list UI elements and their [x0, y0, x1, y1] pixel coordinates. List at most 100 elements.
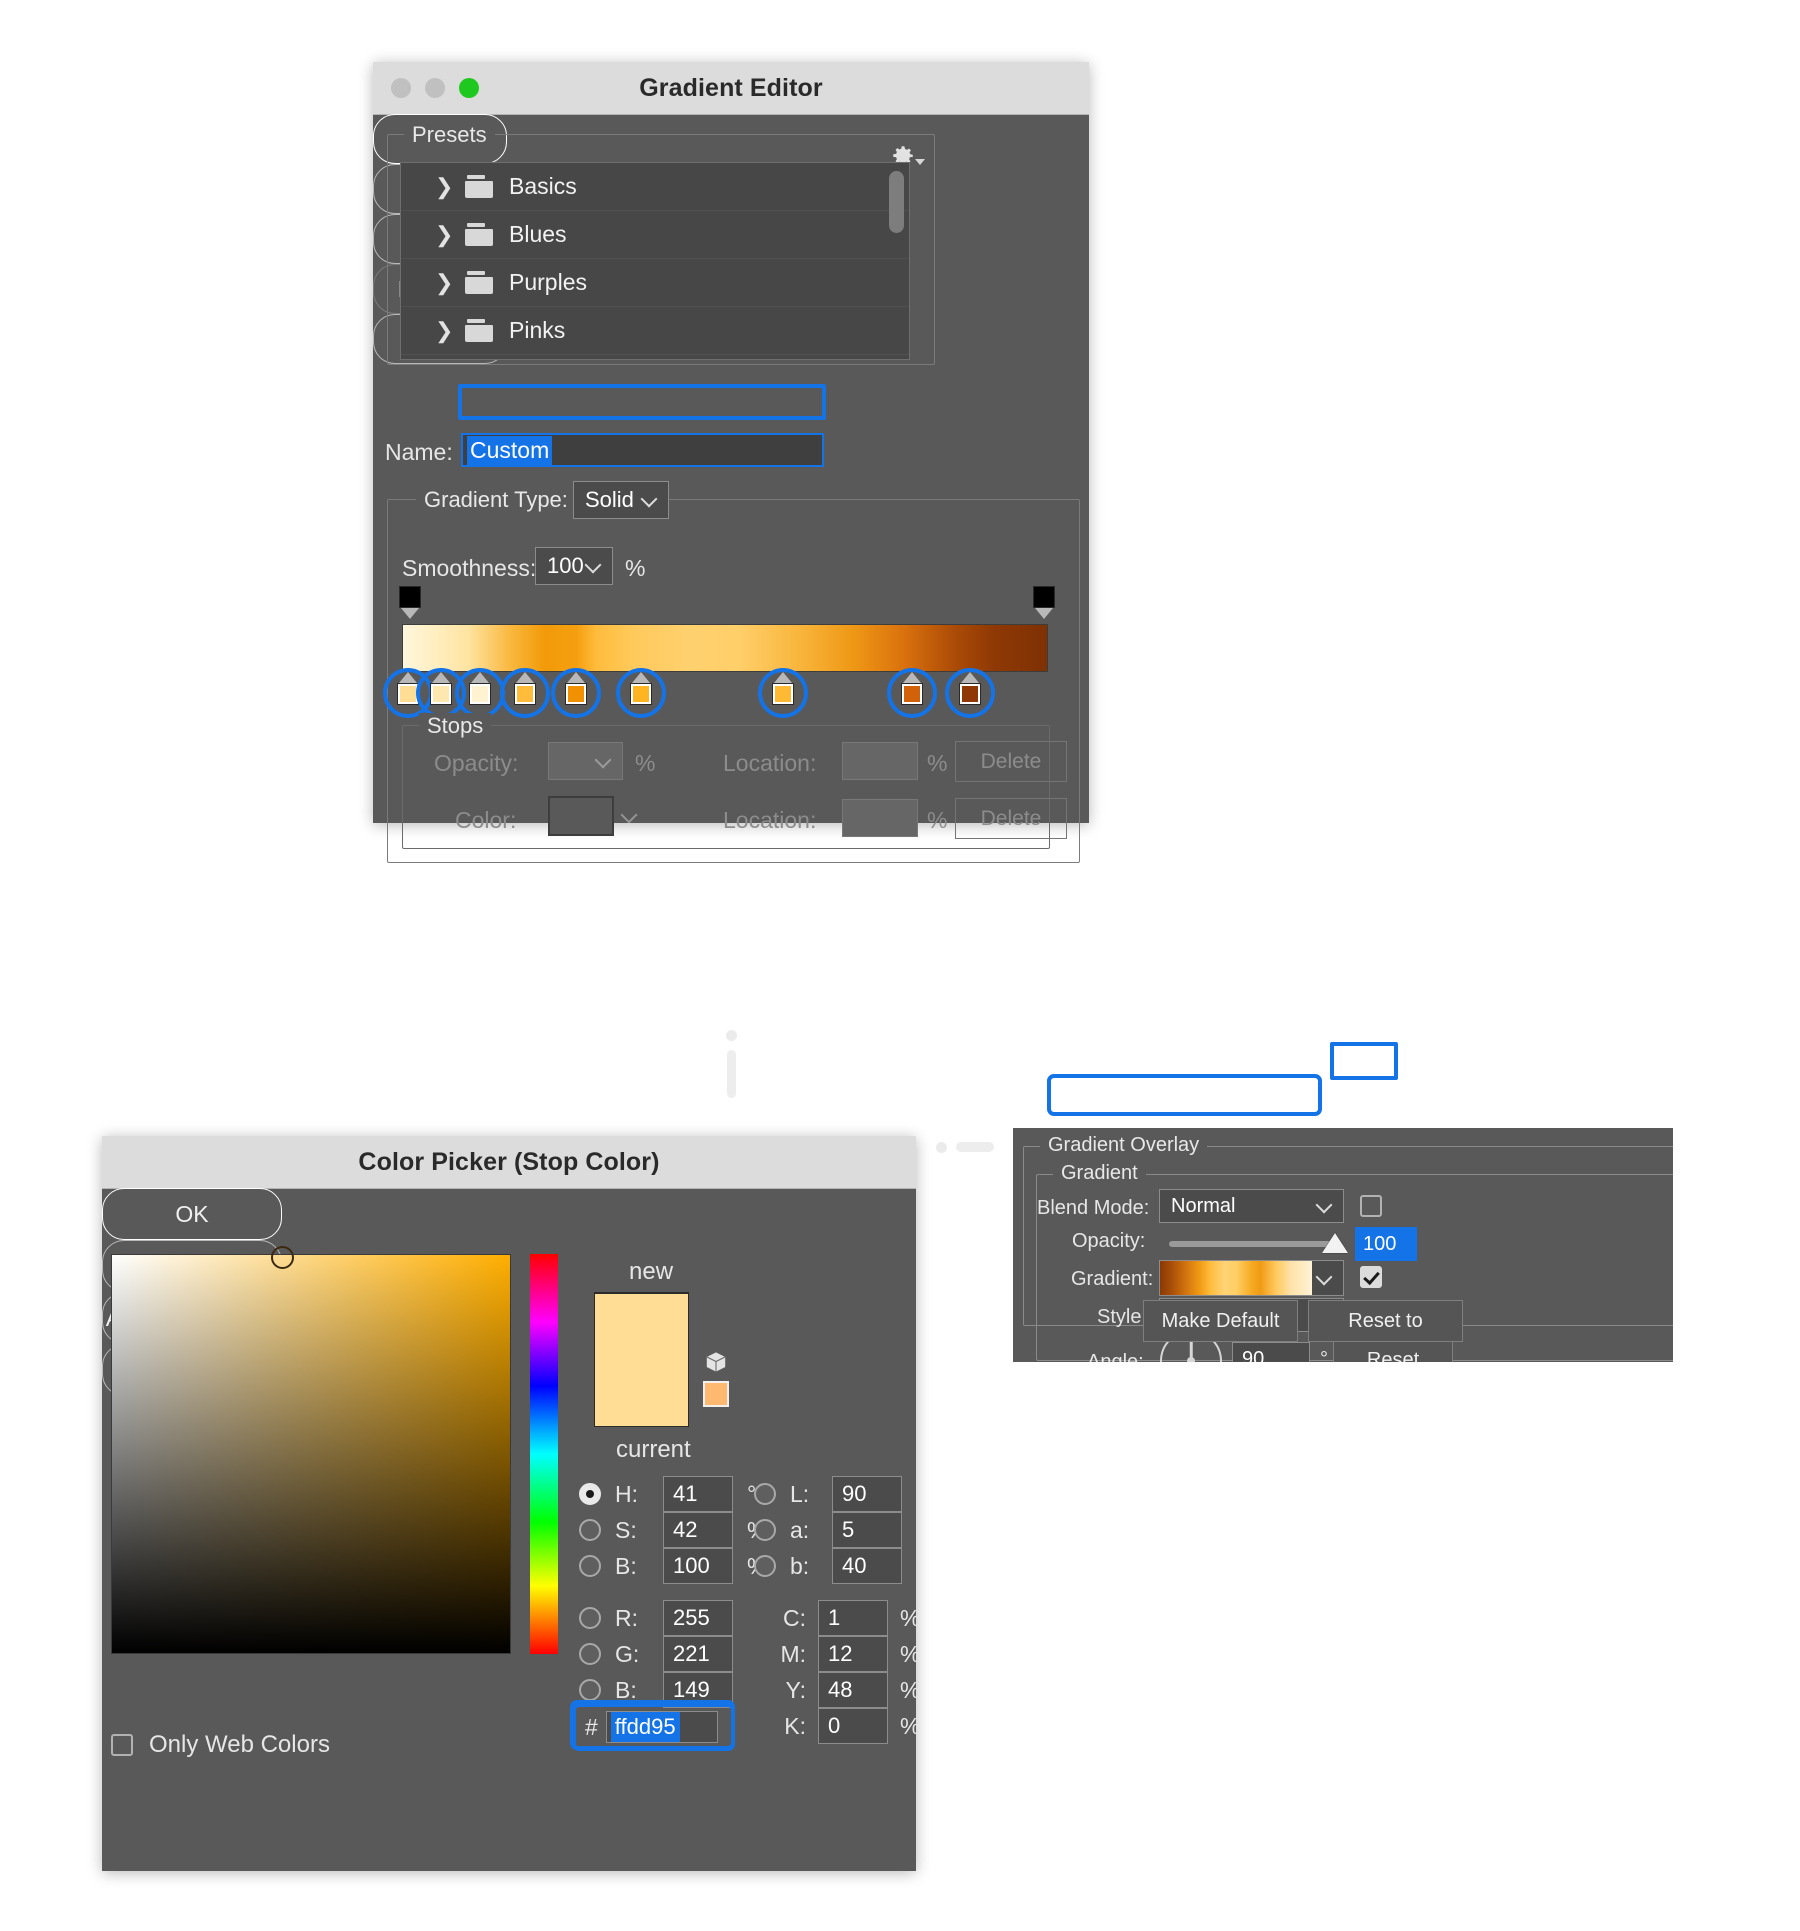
gradient-editor-dialog: Gradient Editor Presets ❯ Basics ❯ Blues…	[373, 62, 1089, 863]
chevron-right-icon[interactable]: ❯	[435, 175, 453, 198]
radio-g[interactable]	[579, 1643, 601, 1665]
opacity-slider-track[interactable]	[1169, 1241, 1335, 1247]
radio-h[interactable]	[579, 1483, 601, 1505]
reset-button[interactable]: Reset	[1333, 1341, 1453, 1362]
gradient-reverse-checkbox[interactable]	[1360, 1266, 1382, 1288]
value-b-lab: 40	[842, 1553, 867, 1578]
gradient-type-select[interactable]: Solid	[573, 481, 669, 519]
radio-b-blue[interactable]	[579, 1679, 601, 1701]
label-b-lab: b:	[790, 1552, 810, 1579]
input-a[interactable]: 5	[832, 1512, 902, 1548]
label-g: G:	[615, 1640, 640, 1667]
color-cursor[interactable]	[270, 1245, 294, 1269]
rgb-row-g: G: 221	[579, 1636, 733, 1672]
zoom-icon[interactable]	[459, 78, 479, 98]
highlight-opacity-field	[1330, 1042, 1398, 1080]
unit-k: %	[900, 1712, 921, 1739]
chevron-right-icon[interactable]: ❯	[435, 223, 453, 246]
value-h: 41	[673, 1481, 698, 1506]
hex-input[interactable]: ffdd95	[605, 1711, 718, 1743]
style-label: Style:	[1097, 1306, 1148, 1328]
web-safe-color-swatch[interactable]	[703, 1381, 729, 1407]
color-stop-pointer	[567, 672, 586, 683]
radio-b-lab[interactable]	[754, 1555, 776, 1577]
color-stop[interactable]	[630, 672, 653, 705]
color-stop[interactable]	[565, 672, 588, 705]
blend-mode-checkbox[interactable]	[1360, 1195, 1382, 1217]
input-l[interactable]: 90	[832, 1476, 902, 1512]
angle-input[interactable]: 90	[1232, 1342, 1310, 1362]
opacity-stop[interactable]	[1033, 586, 1055, 619]
minimize-icon[interactable]	[425, 78, 445, 98]
input-g[interactable]: 221	[663, 1636, 733, 1672]
stops-group: Stops Opacity: % Location: % Delete Colo…	[402, 713, 1067, 849]
cmyk-row-m: M: 12 %	[774, 1636, 920, 1672]
chevron-right-icon[interactable]: ❯	[435, 319, 453, 342]
label-y: Y:	[785, 1676, 806, 1703]
chevron-right-icon[interactable]: ❯	[435, 271, 453, 294]
close-icon[interactable]	[391, 78, 411, 98]
color-stop[interactable]	[429, 672, 452, 705]
input-y[interactable]: 48	[818, 1672, 888, 1708]
radio-r[interactable]	[579, 1607, 601, 1629]
opacity-stop[interactable]	[399, 586, 421, 619]
color-stop-swatch	[468, 683, 491, 705]
only-web-colors-checkbox[interactable]	[111, 1734, 133, 1756]
color-location-input	[842, 799, 918, 837]
input-r[interactable]: 255	[663, 1600, 733, 1636]
only-web-colors-row[interactable]: Only Web Colors	[111, 1731, 330, 1759]
color-delete-button: Delete	[955, 798, 1067, 839]
opacity-slider-knob[interactable]	[1322, 1233, 1348, 1253]
color-stop[interactable]	[901, 672, 924, 705]
opacity-stop-pointer	[1035, 608, 1053, 619]
color-stop[interactable]	[772, 672, 795, 705]
unit-y: %	[900, 1676, 921, 1703]
input-k[interactable]: 0	[818, 1708, 888, 1744]
color-stop[interactable]	[397, 672, 420, 705]
hue-slider[interactable]	[530, 1254, 558, 1654]
gradient-swatch-select[interactable]	[1159, 1260, 1344, 1296]
make-default-button[interactable]: Make Default	[1143, 1300, 1298, 1342]
preset-row-3[interactable]: ❯ Pinks	[401, 307, 909, 355]
input-s[interactable]: 42	[663, 1512, 733, 1548]
name-label: Name:	[385, 439, 453, 465]
chevron-down-icon	[915, 159, 925, 165]
input-b-brightness[interactable]: 100	[663, 1548, 733, 1584]
connector-line-horizontal	[956, 1142, 994, 1152]
preset-row-1[interactable]: ❯ Blues	[401, 211, 909, 259]
blend-mode-select[interactable]: Normal	[1159, 1189, 1344, 1223]
smoothness-select[interactable]: 100	[535, 547, 613, 585]
opacity-input[interactable]: 100	[1355, 1227, 1417, 1261]
saturation-value-field[interactable]	[111, 1245, 511, 1654]
color-stop[interactable]	[959, 672, 982, 705]
reset-to-default-button[interactable]: Reset to	[1308, 1300, 1463, 1342]
radio-l[interactable]	[754, 1483, 776, 1505]
radio-s[interactable]	[579, 1519, 601, 1541]
presets-list[interactable]: ❯ Basics ❯ Blues ❯ Purples ❯ Pinks	[400, 162, 910, 360]
label-c: C:	[783, 1604, 806, 1631]
angle-dial-hub	[1187, 1357, 1195, 1362]
folder-icon	[465, 175, 493, 198]
gradient-preview-bar[interactable]	[402, 624, 1048, 672]
input-b-lab[interactable]: 40	[832, 1548, 902, 1584]
opacity-location-label: Location:	[723, 750, 817, 776]
angle-unit: °	[1320, 1348, 1328, 1362]
cmyk-row-y: Y: 48 %	[774, 1672, 920, 1708]
color-stop[interactable]	[513, 672, 536, 705]
preset-row-0[interactable]: ❯ Basics	[401, 163, 909, 211]
input-h[interactable]: 41	[663, 1476, 733, 1512]
color-stop[interactable]	[468, 672, 491, 705]
name-input[interactable]: Custom	[461, 433, 824, 467]
ok-button[interactable]: OK	[102, 1188, 282, 1240]
input-m[interactable]: 12	[818, 1636, 888, 1672]
radio-a[interactable]	[754, 1519, 776, 1541]
current-color-swatch	[594, 1292, 689, 1294]
window-controls[interactable]	[391, 78, 479, 98]
chevron-down-icon	[586, 558, 602, 574]
opacity-stop-swatch	[1033, 586, 1055, 608]
hsb-row-h: H: 41 °	[579, 1476, 756, 1512]
radio-b-brightness[interactable]	[579, 1555, 601, 1577]
presets-scrollbar[interactable]	[889, 171, 904, 233]
preset-row-2[interactable]: ❯ Purples	[401, 259, 909, 307]
input-c[interactable]: 1	[818, 1600, 888, 1636]
